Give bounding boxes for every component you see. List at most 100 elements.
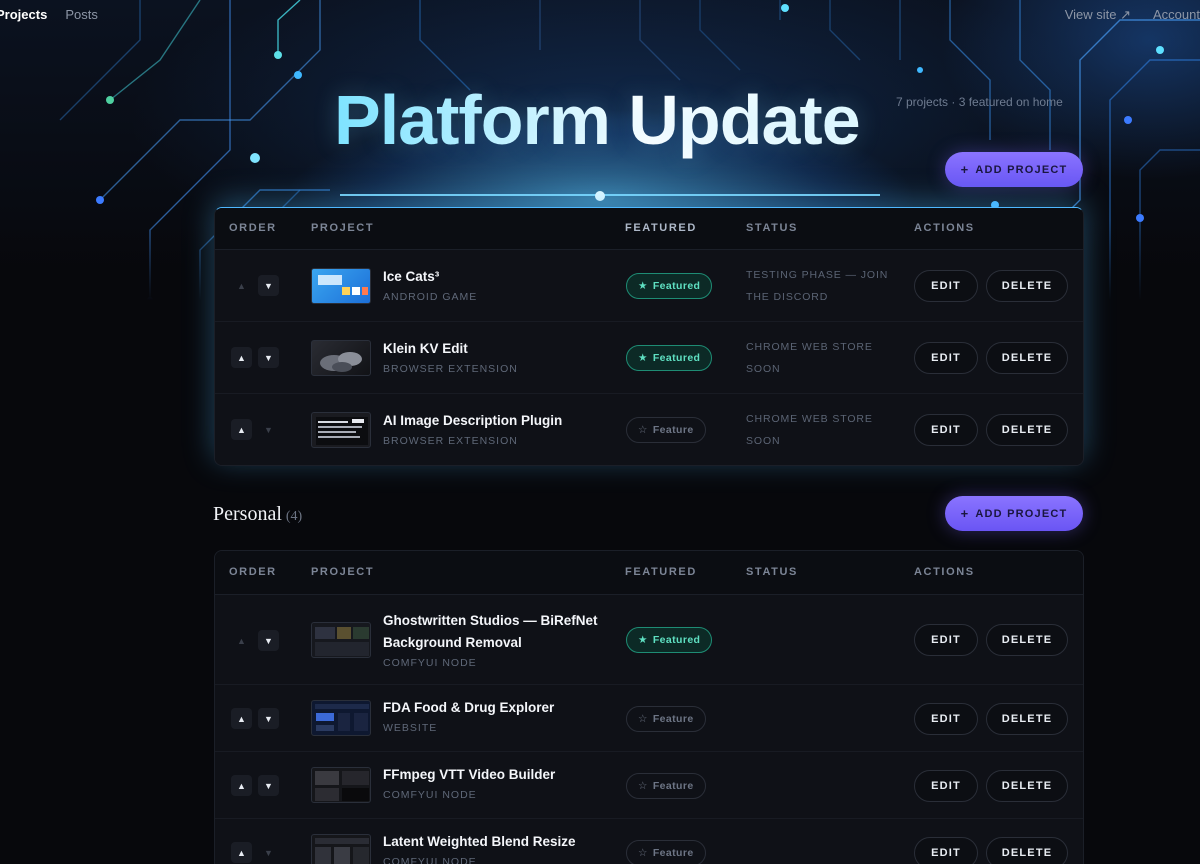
star-icon: ★ (638, 352, 648, 364)
delete-button[interactable]: DELETE (986, 624, 1068, 656)
arrow-down-icon: ▼ (264, 780, 273, 791)
project-count: 7 projects · 3 featured on home (896, 95, 1063, 109)
project-type: COMFYUI NODE (383, 856, 477, 864)
arrow-up-icon: ▲ (237, 780, 246, 791)
table-row: ▲ ▼ Ice Cats³ ANDROID GAME ★ Featured TE… (215, 250, 1083, 322)
arrow-up-icon: ▲ (237, 424, 246, 435)
move-down-button[interactable]: ▼ (258, 775, 279, 796)
add-project-button-personal[interactable]: + ADD PROJECT (945, 496, 1083, 531)
star-outline-icon: ☆ (638, 780, 648, 792)
featured-toggle[interactable]: ★ Featured (626, 627, 713, 653)
arrow-up-icon: ▲ (237, 635, 246, 646)
featured-toggle[interactable]: ★ Featured (626, 273, 713, 299)
edit-button[interactable]: EDIT (914, 624, 978, 656)
feature-toggle[interactable]: ☆ Feature (626, 417, 706, 443)
move-up-button[interactable]: ▲ (231, 347, 252, 368)
project-thumbnail (311, 767, 371, 803)
project-title: Klein KV Edit (383, 341, 468, 356)
project-type: COMFYUI NODE (383, 789, 477, 801)
move-up-button[interactable]: ▲ (231, 630, 252, 651)
edit-button[interactable]: EDIT (914, 342, 978, 374)
move-down-button[interactable]: ▼ (258, 419, 279, 440)
project-title: Ice Cats³ (383, 269, 440, 284)
project-thumbnail (311, 412, 371, 448)
star-outline-icon: ☆ (638, 847, 648, 859)
feature-toggle[interactable]: ☆ Feature (626, 840, 706, 864)
arrow-up-icon: ▲ (237, 280, 246, 291)
delete-button[interactable]: DELETE (986, 414, 1068, 446)
delete-button[interactable]: DELETE (986, 770, 1068, 802)
table-row: ▲ ▼ Klein KV Edit BROWSER EXTENSION ★ Fe… (215, 322, 1083, 394)
featured-projects-table: ORDER PROJECT FEATURED STATUS ACTIONS ▲ … (214, 207, 1084, 466)
feature-toggle[interactable]: ☆ Feature (626, 706, 706, 732)
delete-button[interactable]: DELETE (986, 837, 1068, 864)
project-title-line2: Background Removal (383, 635, 522, 650)
view-site-link[interactable]: View site ↗ (1065, 7, 1131, 23)
arrow-down-icon: ▼ (264, 635, 273, 646)
table-row: ▲ ▼ FFmpeg VTT Video Builder COMFYUI NOD… (215, 752, 1083, 819)
table-header: ORDER PROJECT FEATURED STATUS ACTIONS (215, 208, 1083, 250)
table-header: ORDER PROJECT FEATURED STATUS ACTIONS (215, 551, 1083, 595)
arrow-down-icon: ▼ (264, 424, 273, 435)
project-type: ANDROID GAME (383, 291, 478, 303)
table-row: ▲ ▼ Latent Weighted Blend Resize COMFYUI… (215, 819, 1083, 864)
project-title: AI Image Description Plugin (383, 413, 563, 428)
top-nav-left: Projects Posts (0, 7, 98, 22)
edit-button[interactable]: EDIT (914, 414, 978, 446)
edit-button[interactable]: EDIT (914, 703, 978, 735)
project-title: Ghostwritten Studios — BiRefNet (383, 613, 598, 628)
personal-projects-table: ORDER PROJECT FEATURED STATUS ACTIONS ▲ … (214, 550, 1084, 864)
top-nav-right: View site ↗ Account (1065, 7, 1200, 23)
project-title: FFmpeg VTT Video Builder (383, 767, 556, 782)
arrow-up-icon: ▲ (237, 847, 246, 858)
project-type: BROWSER EXTENSION (383, 435, 518, 447)
account-link[interactable]: Account (1153, 7, 1200, 23)
project-type: BROWSER EXTENSION (383, 363, 518, 375)
edit-button[interactable]: EDIT (914, 837, 978, 864)
edit-button[interactable]: EDIT (914, 270, 978, 302)
project-status: CHROME WEB STORE SOON (746, 341, 873, 375)
arrow-down-icon: ▼ (264, 352, 273, 363)
feature-toggle[interactable]: ☆ Feature (626, 773, 706, 799)
move-up-button[interactable]: ▲ (231, 842, 252, 863)
move-down-button[interactable]: ▼ (258, 275, 279, 296)
delete-button[interactable]: DELETE (986, 342, 1068, 374)
project-thumbnail (311, 622, 371, 658)
project-thumbnail (311, 834, 371, 864)
move-down-button[interactable]: ▼ (258, 630, 279, 651)
project-status: TESTING PHASE — JOIN THE DISCORD (746, 269, 889, 303)
edit-button[interactable]: EDIT (914, 770, 978, 802)
nav-posts[interactable]: Posts (65, 7, 98, 22)
move-up-button[interactable]: ▲ (231, 708, 252, 729)
table-row: ▲ ▼ Ghostwritten Studios — BiRefNet Back… (215, 595, 1083, 685)
star-icon: ★ (638, 280, 648, 292)
project-thumbnail (311, 268, 371, 304)
project-title: Latent Weighted Blend Resize (383, 834, 576, 849)
section-count: (4) (285, 509, 303, 524)
project-type: WEBSITE (383, 722, 438, 734)
arrow-up-icon: ▲ (237, 352, 246, 363)
move-down-button[interactable]: ▼ (258, 708, 279, 729)
arrow-up-icon: ▲ (237, 713, 246, 724)
move-up-button[interactable]: ▲ (231, 419, 252, 440)
page-title: Platform Update (334, 81, 861, 159)
section-title-personal: Personal (4) (213, 503, 303, 525)
delete-button[interactable]: DELETE (986, 270, 1068, 302)
move-up-button[interactable]: ▲ (231, 275, 252, 296)
nav-projects[interactable]: Projects (0, 7, 47, 22)
table-row: ▲ ▼ AI Image Description Plugin BROWSER … (215, 394, 1083, 465)
star-icon: ★ (638, 634, 648, 646)
arrow-down-icon: ▼ (264, 847, 273, 858)
project-thumbnail (311, 340, 371, 376)
table-row: ▲ ▼ FDA Food & Drug Explorer WEBSITE ☆ F… (215, 685, 1083, 752)
plus-icon: + (960, 506, 970, 521)
star-outline-icon: ☆ (638, 713, 648, 725)
move-down-button[interactable]: ▼ (258, 842, 279, 863)
add-project-button[interactable]: + ADD PROJECT (945, 152, 1083, 187)
arrow-down-icon: ▼ (264, 280, 273, 291)
plus-icon: + (960, 162, 970, 177)
move-down-button[interactable]: ▼ (258, 347, 279, 368)
delete-button[interactable]: DELETE (986, 703, 1068, 735)
featured-toggle[interactable]: ★ Featured (626, 345, 713, 371)
move-up-button[interactable]: ▲ (231, 775, 252, 796)
